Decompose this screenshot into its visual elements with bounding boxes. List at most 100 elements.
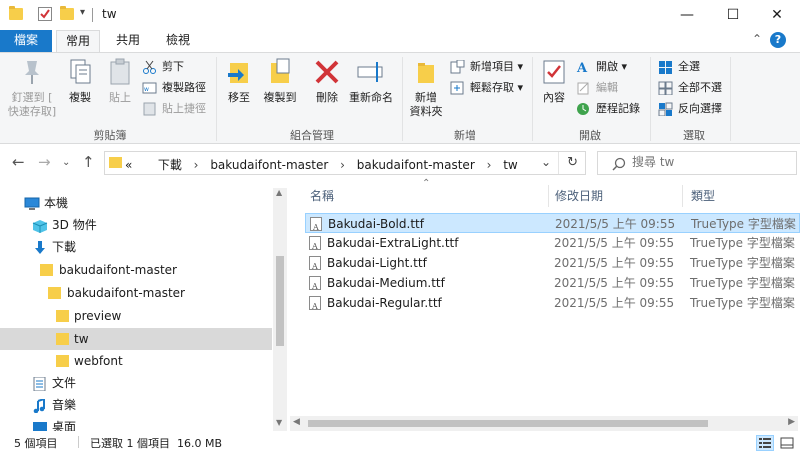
forward-arrow-icon[interactable]: → bbox=[38, 153, 51, 171]
chevron-right-icon[interactable]: › bbox=[340, 158, 345, 172]
easy-access-button[interactable]: 輕鬆存取 ▾ bbox=[450, 78, 523, 98]
column-header-name[interactable]: 名稱 bbox=[310, 183, 334, 209]
nav-bakudaifont-master-inner[interactable]: bakudaifont-master bbox=[0, 282, 272, 304]
3d-objects-icon bbox=[32, 218, 48, 233]
hscrollbar-thumb[interactable] bbox=[308, 420, 708, 427]
maximize-button[interactable]: ☐ bbox=[710, 0, 756, 30]
address-bar[interactable]: « 下載 › bakudaifont-master › bakudaifont-… bbox=[104, 151, 586, 175]
select-all-button[interactable]: 全選 bbox=[658, 57, 700, 77]
rename-button[interactable]: 重新命名 bbox=[346, 57, 396, 105]
scroll-left-icon[interactable]: ◀ bbox=[293, 417, 300, 427]
invert-selection-button[interactable]: 反向選擇 bbox=[658, 99, 722, 119]
open-button[interactable]: A 開啟 ▾ bbox=[576, 57, 627, 77]
large-icons-view-button[interactable] bbox=[778, 435, 796, 451]
nav-this-pc[interactable]: 本機 bbox=[0, 192, 272, 214]
delete-button[interactable]: 刪除 bbox=[310, 57, 344, 105]
copy-path-button[interactable]: w 複製路徑 bbox=[142, 78, 206, 98]
nav-3d-objects[interactable]: 3D 物件 bbox=[0, 214, 272, 236]
breadcrumb-overflow[interactable]: « bbox=[125, 158, 132, 172]
pin-label-1: 釘選到 [ bbox=[11, 91, 53, 104]
file-row[interactable]: Bakudai-Medium.ttf 2021/5/5 上午 09:55 Tru… bbox=[305, 273, 800, 297]
group-separator bbox=[402, 57, 403, 141]
tab-view[interactable]: 檢視 bbox=[158, 30, 198, 52]
scroll-up-icon[interactable]: ▲ bbox=[276, 188, 282, 197]
nav-scrollbar-thumb[interactable] bbox=[276, 256, 284, 346]
file-row[interactable]: Bakudai-Light.ttf 2021/5/5 上午 09:55 True… bbox=[305, 253, 800, 277]
tab-share[interactable]: 共用 bbox=[108, 30, 148, 52]
paste-button[interactable]: 貼上 bbox=[102, 57, 138, 105]
move-to-button[interactable]: 移至 bbox=[222, 57, 256, 105]
copy-to-label: 複製到 bbox=[263, 91, 297, 104]
cut-button[interactable]: 剪下 bbox=[142, 57, 184, 77]
move-to-label: 移至 bbox=[228, 91, 250, 104]
address-dropdown-icon[interactable]: ⌄ bbox=[541, 155, 551, 169]
new-folder-quick-icon[interactable] bbox=[60, 6, 74, 20]
breadcrumb-downloads[interactable]: 下載 bbox=[158, 158, 182, 172]
new-folder-button[interactable]: 新增 資料夾 bbox=[406, 57, 446, 119]
nav-preview[interactable]: preview bbox=[0, 305, 272, 327]
paste-shortcut-button[interactable]: 貼上捷徑 bbox=[142, 99, 206, 119]
column-separator[interactable] bbox=[548, 185, 549, 207]
file-row[interactable]: Bakudai-ExtraLight.ttf 2021/5/5 上午 09:55… bbox=[305, 233, 800, 257]
select-all-label: 全選 bbox=[678, 60, 700, 73]
column-header-date[interactable]: 修改日期 bbox=[555, 183, 603, 209]
nav-label: 下載 bbox=[52, 240, 77, 254]
file-row[interactable]: Bakudai-Bold.ttf 2021/5/5 上午 09:55 TrueT… bbox=[305, 213, 800, 238]
svg-text:A: A bbox=[576, 61, 588, 74]
chevron-right-icon[interactable]: › bbox=[194, 158, 199, 172]
nav-documents[interactable]: 文件 bbox=[0, 372, 272, 394]
properties-quick-icon[interactable] bbox=[38, 7, 52, 21]
copy-button[interactable]: 複製 bbox=[62, 57, 98, 105]
copy-to-button[interactable]: 複製到 bbox=[260, 57, 300, 105]
column-separator[interactable] bbox=[682, 185, 683, 207]
nav-bakudaifont-master[interactable]: bakudaifont-master bbox=[0, 259, 272, 281]
file-type: TrueType 字型檔案 bbox=[690, 276, 795, 290]
history-button[interactable]: 歷程記錄 bbox=[576, 99, 640, 119]
nav-label: 桌面 bbox=[52, 420, 77, 431]
nav-webfont[interactable]: webfont bbox=[0, 350, 272, 372]
nav-tw[interactable]: tw bbox=[0, 328, 272, 350]
new-folder-label-2: 資料夾 bbox=[409, 105, 443, 118]
breadcrumb-bakudaifont-master-2[interactable]: bakudaifont-master bbox=[357, 158, 475, 172]
pin-quick-access-button[interactable]: 釘選到 [ 快速存取] bbox=[6, 57, 58, 119]
file-date: 2021/5/5 上午 09:55 bbox=[554, 236, 675, 250]
tab-home[interactable]: 常用 bbox=[56, 30, 100, 52]
edit-button[interactable]: 編輯 bbox=[576, 78, 618, 98]
column-header-type[interactable]: 類型 bbox=[691, 183, 715, 209]
file-date: 2021/5/5 上午 09:55 bbox=[555, 217, 676, 231]
refresh-icon[interactable]: ↻ bbox=[567, 155, 578, 170]
new-item-button[interactable]: 新增項目 ▾ bbox=[450, 57, 523, 77]
file-list-hscrollbar[interactable]: ◀ ▶ bbox=[290, 416, 798, 431]
scroll-right-icon[interactable]: ▶ bbox=[788, 417, 795, 427]
details-view-button[interactable] bbox=[756, 435, 774, 451]
file-row[interactable]: Bakudai-Regular.ttf 2021/5/5 上午 09:55 Tr… bbox=[305, 293, 800, 317]
breadcrumb-bakudaifont-master[interactable]: bakudaifont-master bbox=[210, 158, 328, 172]
collapse-ribbon-icon[interactable]: ⌃ bbox=[752, 32, 762, 46]
chevron-right-icon[interactable]: › bbox=[487, 158, 492, 172]
minimize-button[interactable]: — bbox=[664, 0, 710, 30]
breadcrumb-tw[interactable]: tw bbox=[503, 158, 518, 172]
back-arrow-icon[interactable]: ← bbox=[12, 153, 25, 171]
help-icon[interactable]: ? bbox=[770, 32, 786, 48]
nav-music[interactable]: 音樂 bbox=[0, 394, 272, 416]
file-date: 2021/5/5 上午 09:55 bbox=[554, 276, 675, 290]
close-button[interactable]: ✕ bbox=[754, 0, 800, 30]
nav-label: preview bbox=[74, 309, 122, 323]
nav-scrollbar[interactable]: ▲ ▼ bbox=[273, 188, 287, 431]
history-label: 歷程記錄 bbox=[596, 102, 640, 115]
folder-icon bbox=[109, 157, 122, 168]
select-none-button[interactable]: 全部不選 bbox=[658, 78, 722, 98]
search-input[interactable] bbox=[632, 155, 782, 169]
music-icon bbox=[32, 397, 48, 414]
nav-label: 3D 物件 bbox=[52, 218, 97, 232]
tab-file[interactable]: 檔案 bbox=[0, 30, 52, 52]
nav-desktop[interactable]: 桌面 bbox=[0, 416, 272, 431]
scroll-down-icon[interactable]: ▼ bbox=[276, 418, 282, 427]
properties-button[interactable]: 內容 bbox=[536, 57, 572, 105]
recent-locations-chevron-icon[interactable]: ⌄ bbox=[62, 157, 70, 168]
nav-downloads[interactable]: 下載 bbox=[0, 236, 272, 258]
search-box[interactable] bbox=[597, 151, 797, 175]
quick-access-dropdown-icon[interactable]: ▾ bbox=[80, 7, 85, 18]
up-arrow-icon[interactable]: ↑ bbox=[82, 153, 95, 171]
status-separator bbox=[78, 436, 79, 448]
